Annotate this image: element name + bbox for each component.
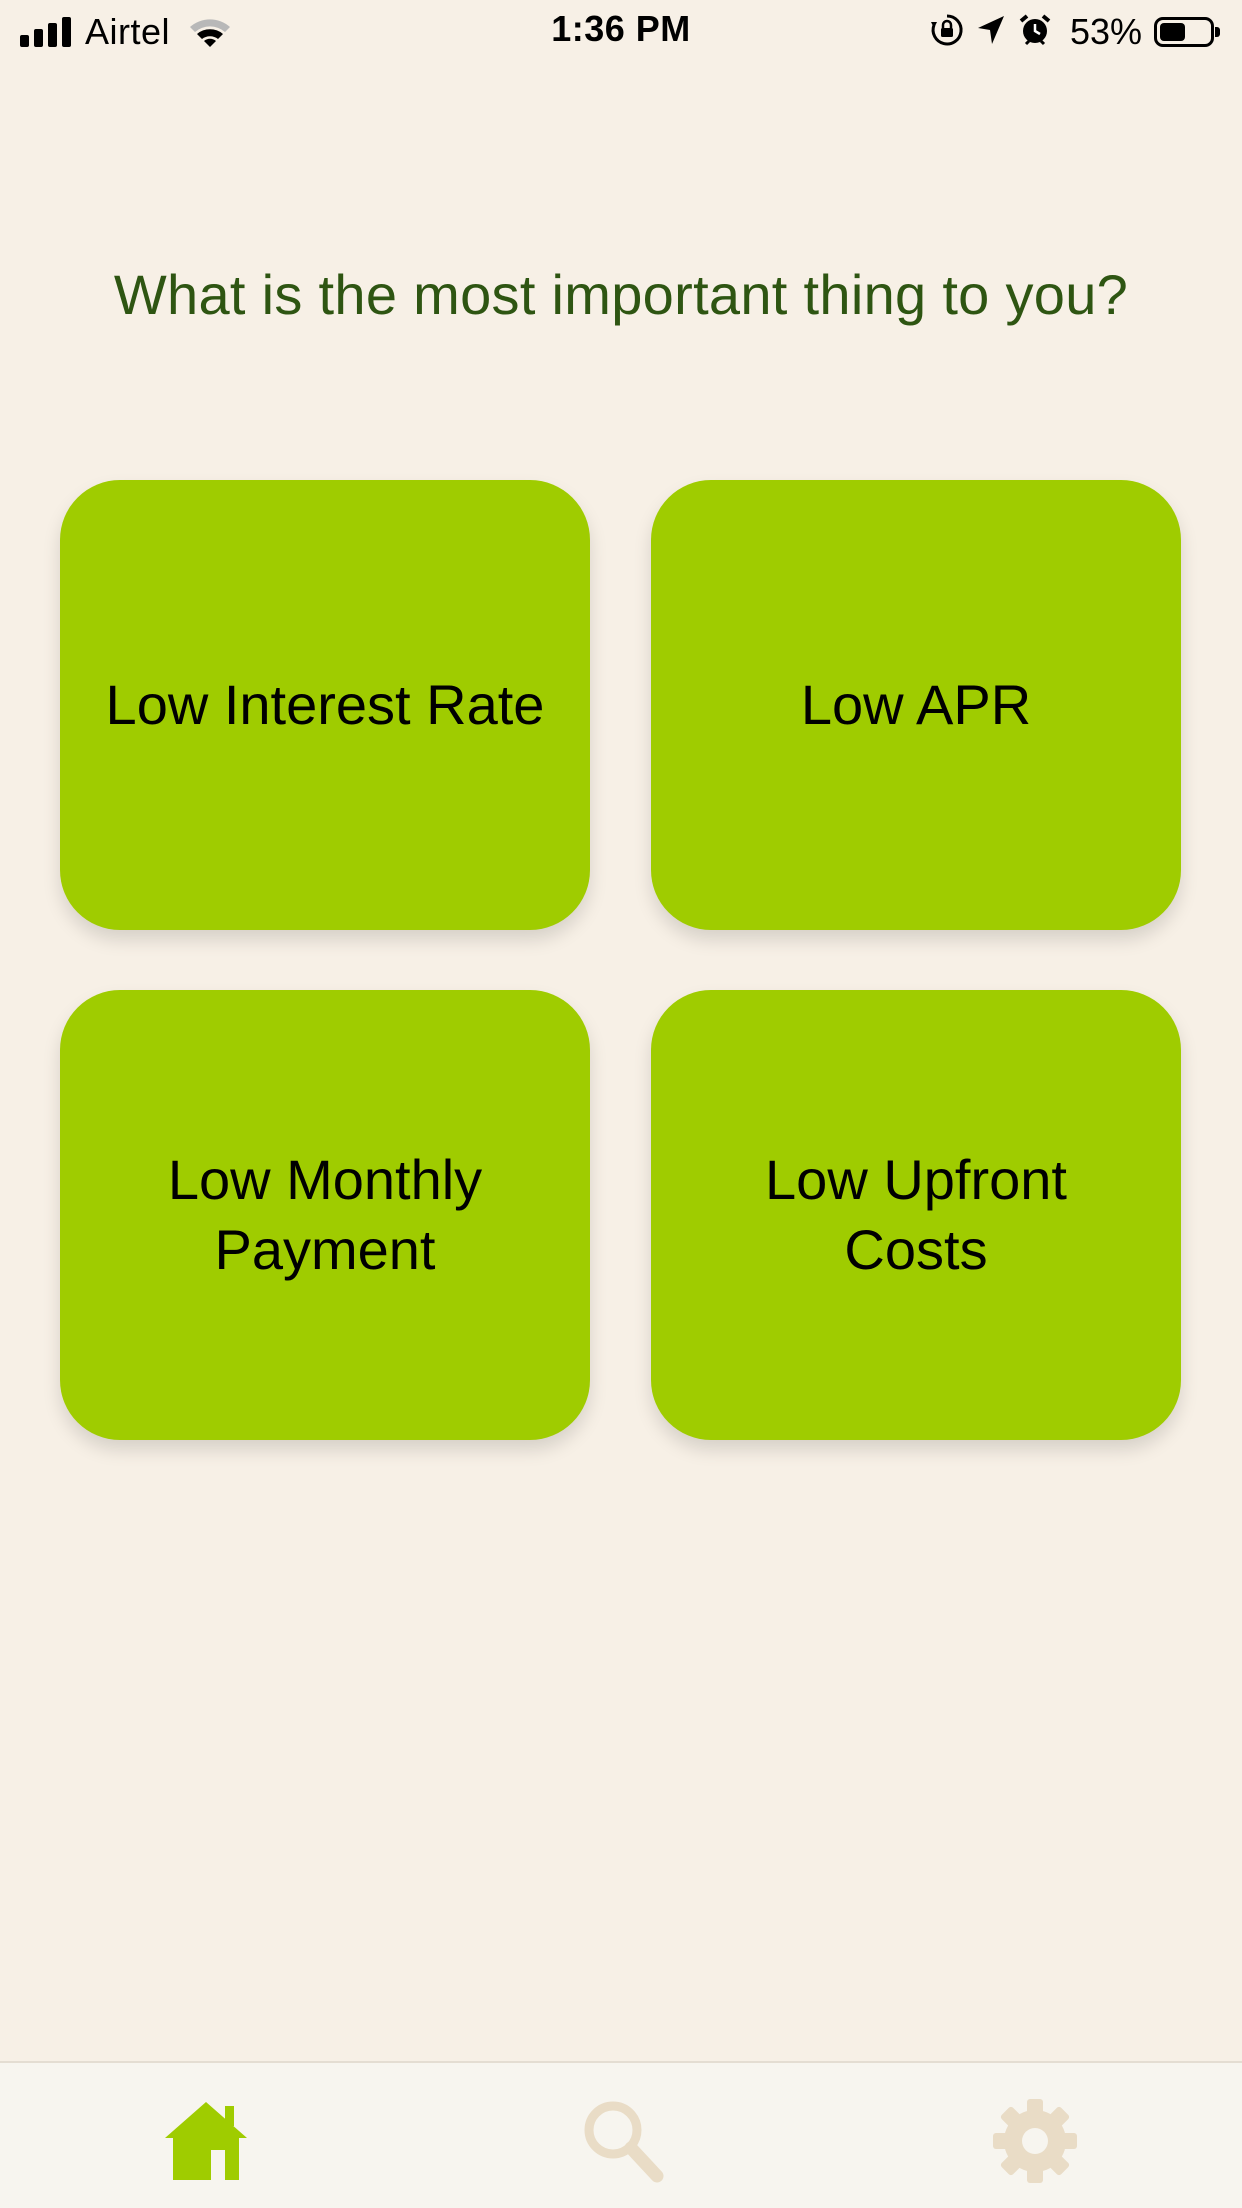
option-label: Low Upfront Costs: [765, 1148, 1067, 1281]
tab-settings[interactable]: [985, 2093, 1085, 2189]
option-low-interest-rate[interactable]: Low Interest Rate: [60, 480, 590, 930]
battery-percent: 53%: [1069, 11, 1142, 52]
option-label: Low Monthly Payment: [167, 1148, 483, 1281]
option-low-monthly-payment[interactable]: Low Monthly Payment: [60, 990, 590, 1440]
tab-bar: [0, 2061, 1242, 2208]
battery-fill: [1160, 23, 1186, 41]
option-low-upfront-costs[interactable]: Low Upfront Costs: [651, 990, 1181, 1440]
tab-search[interactable]: [572, 2093, 672, 2189]
tab-home[interactable]: [156, 2093, 256, 2189]
status-right: 53%: [930, 10, 1224, 54]
orientation-lock-icon: [930, 13, 964, 52]
gear-icon: [993, 2099, 1077, 2183]
alarm-icon: [1018, 13, 1052, 52]
home-icon: [165, 2102, 247, 2180]
option-label: Low APR: [800, 673, 1032, 736]
option-label: Low Interest Rate: [105, 673, 545, 736]
search-icon: [584, 2101, 664, 2183]
option-low-apr[interactable]: Low APR: [651, 480, 1181, 930]
status-bar: Airtel 1:36 PM 53%: [0, 0, 1242, 64]
question-title: What is the most important thing to you?: [113, 263, 1129, 326]
battery-icon: [1154, 17, 1220, 47]
location-arrow-icon: [976, 14, 1006, 51]
